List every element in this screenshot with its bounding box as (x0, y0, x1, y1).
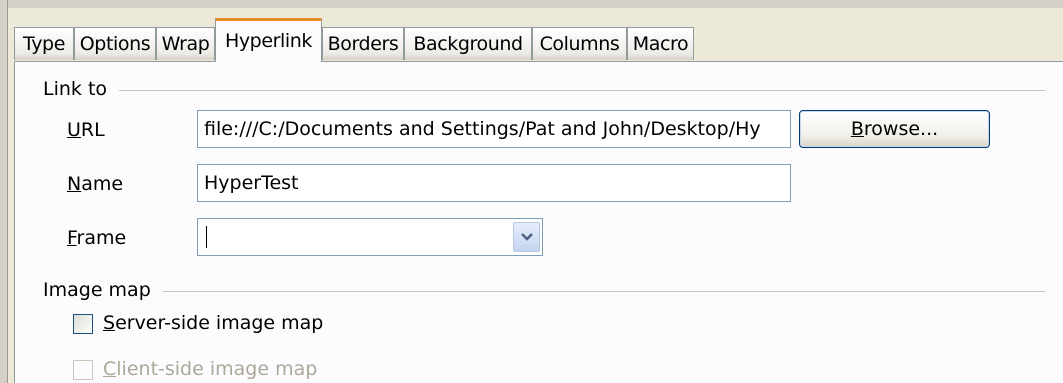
server-side-image-map-label[interactable]: Server-side image map (103, 312, 323, 334)
tab-options[interactable]: Options (74, 27, 156, 60)
image-map-separator (163, 291, 1045, 292)
url-label: URL (67, 119, 105, 141)
name-field[interactable]: HyperTest (197, 164, 791, 202)
text-cursor (206, 226, 207, 248)
tab-wrap[interactable]: Wrap (156, 27, 215, 60)
chevron-down-icon (520, 233, 533, 241)
server-side-image-map-checkbox[interactable] (73, 314, 93, 334)
tab-macro[interactable]: Macro (627, 27, 694, 60)
hyperlink-panel: Link to URL file:///C:/Documents and Set… (14, 61, 1063, 383)
window-frame-top (0, 0, 1063, 8)
tab-background[interactable]: Background (404, 27, 532, 60)
link-to-separator (119, 90, 1045, 91)
tab-hyperlink[interactable]: Hyperlink (215, 18, 322, 62)
frame-dropdown-button[interactable] (513, 222, 540, 252)
frame-label: Frame (67, 227, 127, 249)
name-label: Name (67, 173, 124, 195)
url-field[interactable]: file:///C:/Documents and Settings/Pat an… (197, 110, 791, 148)
client-side-image-map-label[interactable]: Client-side image map (103, 358, 317, 380)
window-frame-left (0, 0, 8, 383)
tab-columns[interactable]: Columns (532, 27, 627, 60)
client-side-image-map-checkbox[interactable] (73, 360, 93, 380)
link-to-legend: Link to (43, 78, 108, 100)
image-map-legend: Image map (43, 279, 151, 301)
tab-borders[interactable]: Borders (322, 27, 404, 60)
browse-button[interactable]: Browse... (799, 110, 990, 148)
tab-bar: Type Options Wrap Hyperlink Borders Back… (14, 18, 1063, 62)
tab-type[interactable]: Type (14, 27, 74, 60)
frame-combobox[interactable] (197, 218, 543, 256)
